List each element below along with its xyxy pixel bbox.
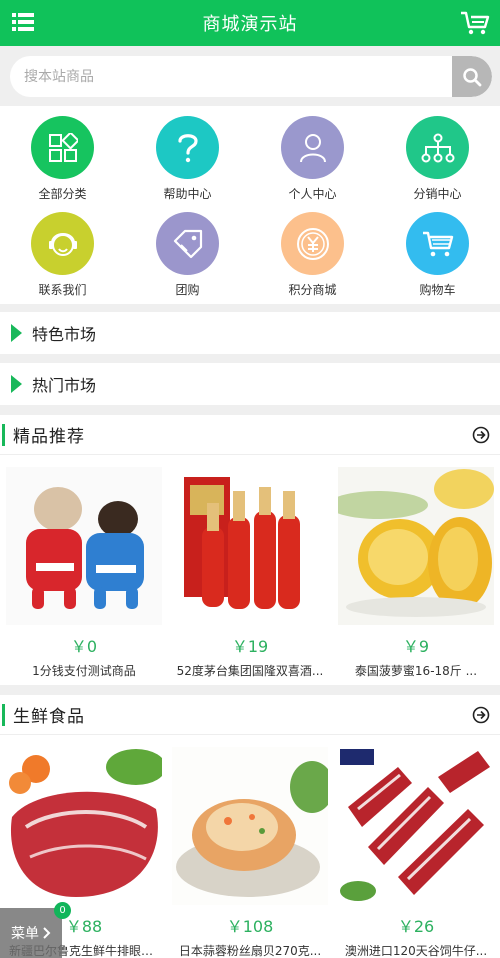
section-fresh-food: 生鲜食品 ￥88 新疆巴尔鲁克生鲜牛排眼肉... ￥108 日本蒜蓉粉丝扇贝27… (0, 695, 500, 958)
category-label: 全部分类 (38, 187, 87, 201)
floating-menu-label: 菜单 (11, 926, 39, 942)
category-groupbuy[interactable]: 团购 (125, 212, 250, 298)
app-header: 商城演示站 (0, 0, 500, 46)
search-icon (463, 67, 482, 86)
grid-icon (31, 116, 94, 179)
chevron-right-icon (43, 927, 51, 939)
product-image-liquor (172, 467, 328, 625)
category-points-mall[interactable]: 积分商城 (250, 212, 375, 298)
cart-icon (406, 212, 469, 275)
section-accent (2, 423, 5, 446)
product-price: ￥26 (397, 917, 435, 936)
product-name: 日本蒜蓉粉丝扇贝270克... (178, 944, 322, 958)
user-icon (281, 116, 344, 179)
section-recommended: 精品推荐 ￥0 1分钱支付测试商品 ￥19 52度茅台集团国隆双喜酒... ￥9… (0, 415, 500, 685)
product-price: ￥9 (402, 637, 430, 656)
search-box (10, 56, 492, 97)
category-label: 积分商城 (288, 283, 337, 297)
category-distribution[interactable]: 分销中心 (375, 116, 500, 202)
product-list: ￥0 1分钱支付测试商品 ￥19 52度茅台集团国隆双喜酒... ￥9 泰国菠萝… (0, 455, 500, 685)
arrow-circle-right-icon[interactable] (472, 426, 490, 444)
product-image-steak (6, 747, 162, 905)
section-accent (2, 703, 5, 726)
product-card[interactable]: ￥108 日本蒜蓉粉丝扇贝270克... (172, 747, 328, 958)
product-name: 52度茅台集团国隆双喜酒... (176, 664, 324, 678)
category-label: 联系我们 (38, 283, 87, 297)
category-all[interactable]: 全部分类 (0, 116, 125, 202)
section-header: 生鲜食品 (0, 695, 500, 735)
cart-icon[interactable] (460, 10, 490, 36)
market-label: 特色市场 (32, 325, 97, 344)
market-link-hot[interactable]: 热门市场 (0, 363, 500, 405)
coin-icon (281, 212, 344, 275)
product-price: ￥108 (226, 917, 274, 936)
product-name: 1分钱支付测试商品 (32, 664, 136, 678)
product-price: ￥88 (65, 917, 103, 936)
cart-count-badge: 0 (54, 902, 71, 919)
triangle-right-icon (11, 324, 22, 342)
question-icon (156, 116, 219, 179)
list-menu-icon[interactable] (12, 12, 34, 32)
section-header: 精品推荐 (0, 415, 500, 455)
product-image-beef-ribs (338, 747, 494, 905)
category-label: 分销中心 (413, 187, 462, 201)
category-label: 帮助中心 (163, 187, 212, 201)
product-card[interactable]: ￥9 泰国菠萝蜜16-18斤 ... (338, 467, 494, 679)
product-card[interactable]: ￥0 1分钱支付测试商品 (6, 467, 162, 679)
section-title: 精品推荐 (13, 427, 85, 447)
category-label: 购物车 (419, 283, 456, 297)
triangle-right-icon (11, 375, 22, 393)
product-image-dogs (6, 467, 162, 625)
network-icon (406, 116, 469, 179)
category-label: 个人中心 (288, 187, 337, 201)
category-label: 团购 (175, 283, 200, 297)
product-card[interactable]: ￥26 澳洲进口120天谷饲牛仔... (338, 747, 494, 958)
product-price: ￥0 (70, 637, 98, 656)
product-price: ￥19 (231, 637, 269, 656)
category-help[interactable]: 帮助中心 (125, 116, 250, 202)
product-list: ￥88 新疆巴尔鲁克生鲜牛排眼肉... ￥108 日本蒜蓉粉丝扇贝270克... (0, 735, 500, 958)
category-cart[interactable]: 购物车 (375, 212, 500, 298)
product-image-scallop (172, 747, 328, 905)
search-input[interactable] (10, 56, 452, 97)
search-bar (0, 46, 500, 106)
floating-menu-button[interactable]: 菜单 0 (0, 902, 71, 958)
product-card[interactable]: ￥19 52度茅台集团国隆双喜酒... (172, 467, 328, 679)
category-profile[interactable]: 个人中心 (250, 116, 375, 202)
product-name: 澳洲进口120天谷饲牛仔... (344, 944, 488, 958)
contact-icon (31, 212, 94, 275)
market-label: 热门市场 (32, 376, 97, 395)
page-title: 商城演示站 (202, 14, 298, 35)
category-grid: 全部分类 帮助中心 个人中心 分销中心 联系我们 团购 积分商城 购物车 (0, 106, 500, 304)
product-image-jackfruit (338, 467, 494, 625)
section-title: 生鲜食品 (13, 707, 85, 727)
arrow-circle-right-icon[interactable] (472, 706, 490, 724)
tag-icon (156, 212, 219, 275)
category-contact[interactable]: 联系我们 (0, 212, 125, 298)
product-name: 泰国菠萝蜜16-18斤 ... (354, 664, 478, 678)
market-link-featured[interactable]: 特色市场 (0, 312, 500, 354)
search-button[interactable] (452, 56, 492, 97)
